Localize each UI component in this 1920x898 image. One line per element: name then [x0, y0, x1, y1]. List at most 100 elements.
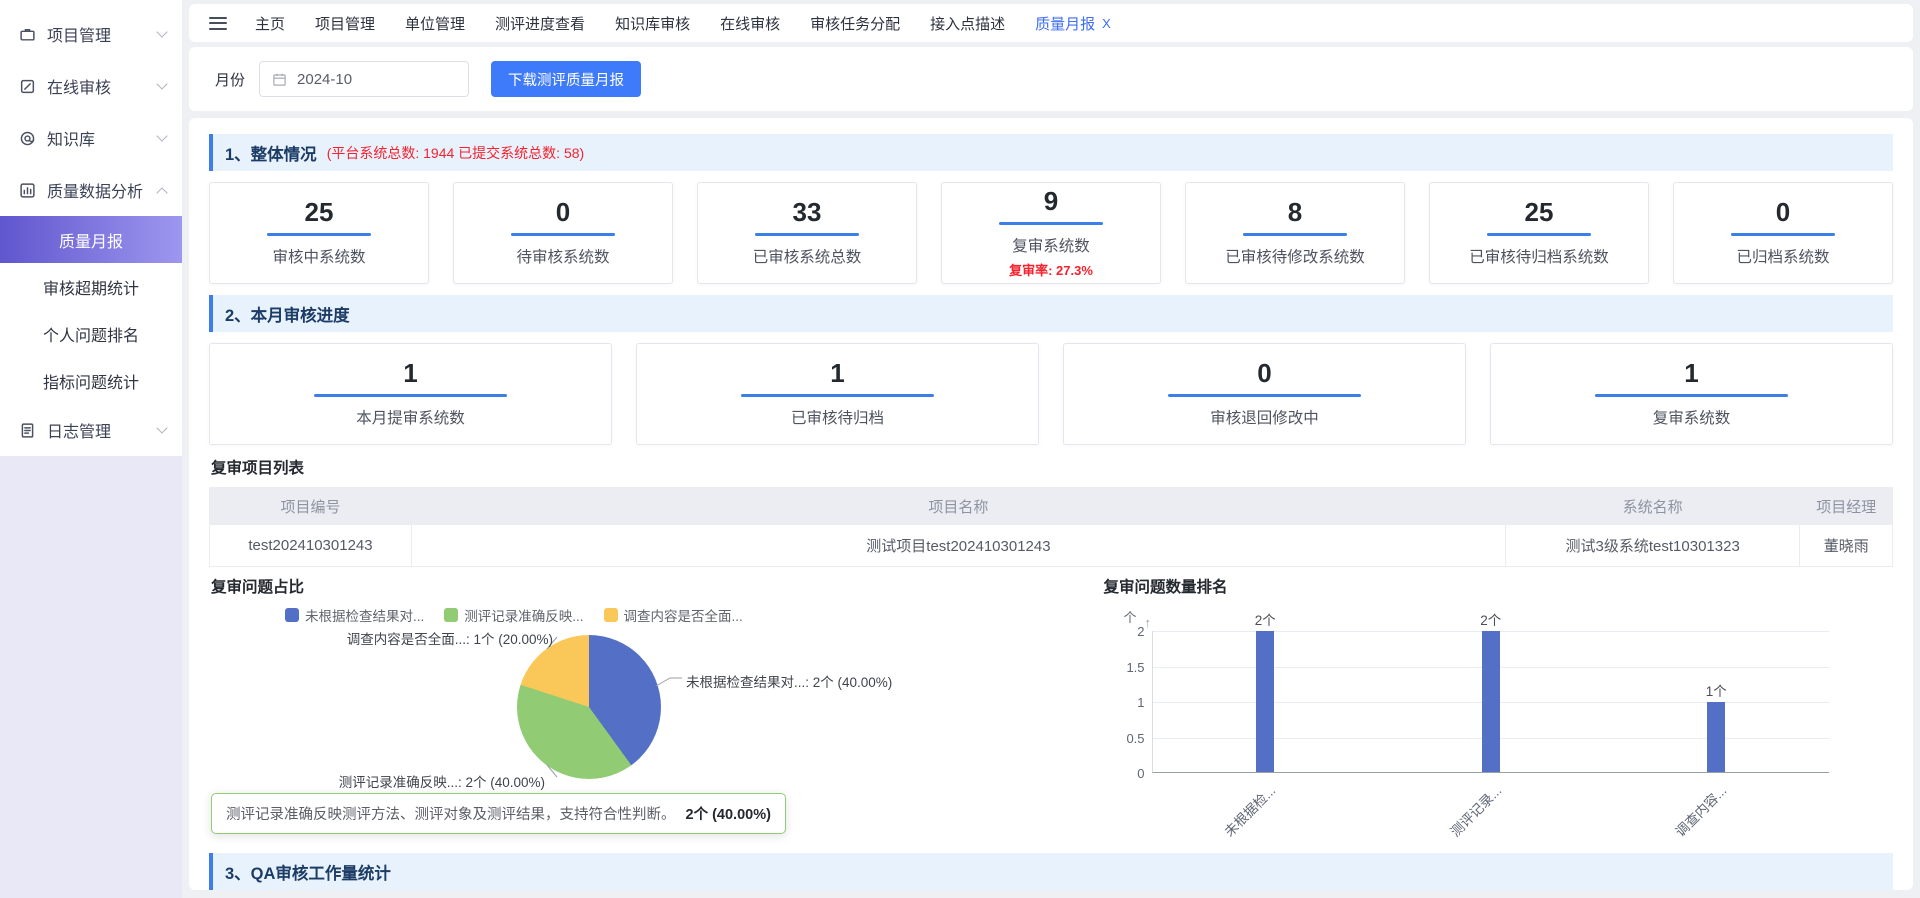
col-project-name: 项目名称: [411, 488, 1505, 525]
sidebar-item-quality-data-analysis[interactable]: 质量数据分析: [0, 164, 182, 216]
stat-card-reviewed-total: 33 已审核系统总数: [697, 182, 917, 284]
stat-value: 0: [1776, 199, 1790, 225]
stat-card-returned-for-modification: 0 审核退回修改中: [1063, 343, 1466, 445]
sidebar-item-indicator-problem-stats[interactable]: 指标问题统计: [0, 357, 182, 404]
pie-legend: 未根据检查结果对... 测评记录准确反映... 调查内容是否全面...: [285, 605, 1102, 625]
month-value: 2024-10: [297, 71, 352, 88]
tooltip-value: 2个 (40.00%): [686, 803, 771, 824]
stat-card-re-review-systems: 1 复审系统数: [1490, 343, 1893, 445]
calendar-icon: [272, 72, 287, 87]
y-tick: 1.5: [1117, 660, 1145, 675]
stat-value: 25: [1525, 199, 1554, 225]
tab-review-task-assignment[interactable]: 审核任务分配: [810, 13, 900, 34]
stat-underline: [1731, 233, 1836, 236]
y-tick: 2: [1117, 624, 1145, 639]
bar-chart: 复审问题数量排名 个 ↑ 2 1.5 1 0.5 0 2个: [1102, 575, 1893, 841]
menu-toggle-icon[interactable]: [209, 17, 227, 30]
sidebar-item-log-management[interactable]: 日志管理: [0, 404, 182, 456]
chevron-down-icon: [156, 130, 167, 141]
sidebar-item-knowledge-base[interactable]: 知识库: [0, 112, 182, 164]
stat-label: 本月提审系统数: [356, 406, 465, 428]
tab-online-review[interactable]: 在线审核: [720, 13, 780, 34]
legend-item[interactable]: 测评记录准确反映...: [444, 605, 583, 625]
stat-card-re-review: 9 复审系统数 复审率: 27.3%: [941, 182, 1161, 284]
section-overall-header: 1、整体情况 (平台系统总数: 1944 已提交系统总数: 58): [209, 134, 1893, 171]
stat-value: 0: [1257, 360, 1271, 386]
tab-evaluation-progress[interactable]: 测评进度查看: [495, 13, 585, 34]
cell-project-id: test202410301243: [210, 525, 412, 567]
nav-tabs: 主页 项目管理 单位管理 测评进度查看 知识库审核 在线审核 审核任务分配 接入…: [255, 13, 1111, 34]
sidebar-submenu: 质量月报 审核超期统计 个人问题排名 指标问题统计: [0, 216, 182, 404]
stat-card-submitted-this-month: 1 本月提审系统数: [209, 343, 612, 445]
stat-underline: [267, 233, 372, 236]
legend-label: 测评记录准确反映...: [464, 605, 583, 625]
stat-label: 待审核系统数: [516, 245, 609, 267]
stat-value: 8: [1288, 199, 1302, 225]
sidebar-item-personal-problem-ranking[interactable]: 个人问题排名: [0, 310, 182, 357]
tab-project-management[interactable]: 项目管理: [315, 13, 375, 34]
stat-underline: [1243, 233, 1348, 236]
stat-underline: [511, 233, 616, 236]
charts-row: 复审问题占比 未根据检查结果对... 测评记录准确反映... 调查内容是否全面.…: [209, 575, 1893, 841]
report-content: 1、整体情况 (平台系统总数: 1944 已提交系统总数: 58) 25 审核中…: [189, 118, 1913, 890]
legend-swatch-blue: [285, 608, 299, 622]
sidebar-footer-area: [0, 456, 182, 898]
review-project-table: 项目编号 项目名称 系统名称 项目经理 test202410301243 测试项…: [209, 487, 1893, 567]
legend-item[interactable]: 未根据检查结果对...: [285, 605, 424, 625]
tab-unit-management[interactable]: 单位管理: [405, 13, 465, 34]
overall-stat-cards: 25 审核中系统数 0 待审核系统数 33 已审核系统总数 9 复审系统数 复审…: [209, 182, 1893, 284]
tooltip-text: 测评记录准确反映测评方法、测评对象及测评结果，支持符合性判断。: [226, 803, 676, 824]
chevron-up-icon: [156, 187, 167, 198]
legend-label: 未根据检查结果对...: [305, 605, 424, 625]
sidebar-item-project-management[interactable]: 项目管理: [0, 8, 182, 60]
stat-label: 已审核待修改系统数: [1225, 245, 1365, 267]
y-axis-arrow-icon: ↑: [1145, 615, 1152, 630]
cell-system-name: 测试3级系统test10301323: [1505, 525, 1800, 567]
legend-label: 调查内容是否全面...: [624, 605, 743, 625]
pie-graphic[interactable]: [517, 635, 661, 779]
review-icon: [18, 77, 36, 95]
stat-underline: [755, 233, 860, 236]
tab-knowledge-review[interactable]: 知识库审核: [615, 13, 690, 34]
stat-label: 已审核待归档: [791, 406, 884, 428]
bar-value-label: 2个: [1461, 609, 1521, 629]
pie-slice-label: 测评记录准确反映...: 2个 (40.00%): [209, 771, 545, 791]
stat-label: 已归档系统数: [1736, 245, 1829, 267]
stat-value: 9: [1044, 188, 1058, 214]
chevron-down-icon: [156, 26, 167, 37]
col-project-manager: 项目经理: [1800, 488, 1893, 525]
chevron-down-icon: [156, 78, 167, 89]
bar-series-item: [1707, 702, 1725, 773]
stat-underline: [314, 394, 506, 397]
month-picker-input[interactable]: 2024-10: [259, 61, 469, 97]
col-system-name: 系统名称: [1505, 488, 1800, 525]
download-monthly-report-button[interactable]: 下载测评质量月报: [491, 61, 641, 97]
section-title: 2、本月审核进度: [225, 302, 350, 326]
stat-label: 复审系统数: [1653, 406, 1731, 428]
stat-card-reviewed-pending-archive: 1 已审核待归档: [636, 343, 1039, 445]
sidebar-item-label: 质量数据分析: [47, 178, 147, 202]
tab-quality-monthly-report[interactable]: 质量月报 X: [1035, 13, 1111, 34]
close-icon[interactable]: X: [1102, 16, 1111, 31]
pie-slice-label: 未根据检查结果对...: 2个 (40.00%): [686, 671, 892, 691]
tab-label: 质量月报: [1035, 13, 1095, 34]
stat-card-pending-archive: 25 已审核待归档系统数: [1429, 182, 1649, 284]
stat-label: 审核退回修改中: [1210, 406, 1319, 428]
tab-access-point-description[interactable]: 接入点描述: [930, 13, 1005, 34]
stat-value: 0: [556, 199, 570, 225]
legend-swatch-green: [444, 608, 458, 622]
sidebar-item-label: 知识库: [47, 126, 147, 150]
bar-plot-area: 2 1.5 1 0.5 0 2个 2个 1个 未根据检... 测评记录... 调…: [1152, 631, 1829, 773]
legend-item[interactable]: 调查内容是否全面...: [604, 605, 743, 625]
cell-project-name: 测试项目test202410301243: [411, 525, 1505, 567]
section-title: 1、整体情况: [225, 141, 317, 165]
tab-home[interactable]: 主页: [255, 13, 285, 34]
sidebar-item-online-review[interactable]: 在线审核: [0, 60, 182, 112]
sidebar-item-quality-monthly-report[interactable]: 质量月报: [0, 216, 182, 263]
stat-value: 33: [793, 199, 822, 225]
table-row: test202410301243 测试项目test202410301243 测试…: [210, 525, 1893, 567]
stat-card-pending-modification: 8 已审核待修改系统数: [1185, 182, 1405, 284]
stat-underline: [741, 394, 933, 397]
sidebar-item-review-overdue-stats[interactable]: 审核超期统计: [0, 263, 182, 310]
table-header-row: 项目编号 项目名称 系统名称 项目经理: [210, 488, 1893, 525]
